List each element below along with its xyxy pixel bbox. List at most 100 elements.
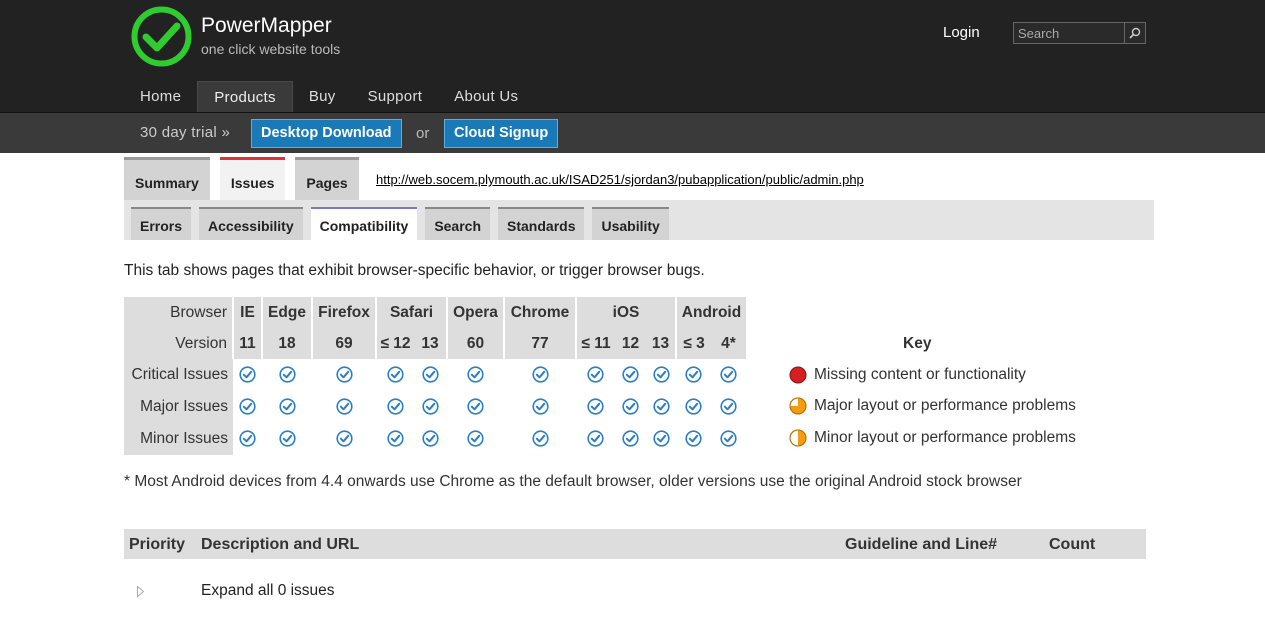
status-cell [615, 391, 646, 423]
check-icon [386, 366, 404, 384]
site-header: PowerMapper one click website tools Logi… [0, 0, 1265, 112]
trial-link[interactable]: 30 day trial » [140, 124, 230, 141]
search-button[interactable] [1124, 23, 1145, 43]
col-description[interactable]: Description and URL [201, 536, 359, 554]
page-url-link[interactable]: http://web.socem.plymouth.ac.uk/ISAD251/… [376, 172, 864, 187]
orange-pie-half-icon [789, 429, 807, 447]
status-cell [376, 391, 414, 423]
cloud-signup-button[interactable]: Cloud Signup [444, 119, 559, 148]
tab-pages[interactable]: Pages [295, 157, 359, 200]
col-priority[interactable]: Priority [129, 536, 185, 554]
brand-name[interactable]: PowerMapper [201, 14, 332, 38]
desktop-download-button[interactable]: Desktop Download [251, 119, 402, 148]
status-cell [447, 359, 504, 391]
key-item-minor: Minor layout or performance problems [789, 429, 1076, 447]
check-icon [685, 398, 702, 416]
tab-errors[interactable]: Errors [131, 207, 192, 240]
status-cell [447, 391, 504, 423]
status-cell [676, 423, 711, 455]
check-icon [652, 366, 670, 384]
status-cell [615, 423, 646, 455]
nav-about-us[interactable]: About Us [438, 81, 534, 112]
orange-pie-three-quarter-icon [789, 397, 807, 415]
nav-home[interactable]: Home [124, 81, 197, 112]
checkmark-logo-icon[interactable] [131, 6, 192, 67]
browser-safari: Safari [375, 297, 447, 328]
check-icon [335, 430, 353, 448]
status-cell [312, 423, 376, 455]
check-icon [467, 430, 484, 448]
search-input[interactable] [1014, 23, 1124, 43]
compatibility-table: Browser IE Edge Firefox Safari Opera Chr… [124, 297, 746, 455]
red-circle-icon [789, 366, 807, 384]
version-ios-13: 13 [646, 328, 676, 359]
expand-all-link[interactable]: Expand all 0 issues [201, 582, 335, 600]
trial-bar: 30 day trial » Desktop Download or Cloud… [0, 112, 1265, 153]
status-cell [262, 359, 312, 391]
nav-support[interactable]: Support [352, 81, 439, 112]
expand-all-row: Expand all 0 issues [124, 580, 1146, 604]
status-cell [376, 359, 414, 391]
status-cell [447, 423, 504, 455]
login-link[interactable]: Login [943, 24, 980, 41]
issues-table-header: Priority Description and URL Guideline a… [124, 529, 1146, 559]
nav-buy[interactable]: Buy [293, 81, 352, 112]
key-label: Missing content or functionality [814, 366, 1026, 383]
check-icon [239, 366, 256, 384]
status-cell [576, 391, 615, 423]
key-label: Major layout or performance problems [814, 397, 1076, 414]
status-cell [262, 391, 312, 423]
check-icon [622, 366, 639, 384]
browser-ie: IE [232, 297, 262, 328]
status-cell [646, 359, 676, 391]
android-footnote: * Most Android devices from 4.4 onwards … [124, 473, 1022, 490]
check-icon [622, 398, 639, 416]
version-edge-18: 18 [261, 328, 312, 359]
row-label-critical: Critical Issues [124, 359, 233, 391]
tab-compatibility[interactable]: Compatibility [310, 207, 418, 240]
version-android-3: ≤ 3 [675, 328, 711, 359]
browser-label: Browser [124, 297, 233, 328]
main-nav: Home Products Buy Support About Us [124, 81, 534, 112]
intro-text: This tab shows pages that exhibit browse… [124, 262, 705, 279]
tab-search[interactable]: Search [425, 207, 491, 240]
check-icon [685, 430, 702, 448]
browser-opera: Opera [446, 297, 504, 328]
version-opera-60: 60 [446, 328, 504, 359]
row-label-minor: Minor Issues [124, 423, 233, 455]
search-box [1013, 22, 1146, 44]
issue-category-tabs: Errors Accessibility Compatibility Searc… [131, 207, 677, 240]
tab-summary[interactable]: Summary [124, 157, 210, 200]
status-cell [312, 359, 376, 391]
key-item-critical: Missing content or functionality [789, 366, 1026, 384]
check-icon [652, 398, 670, 416]
status-cell [414, 391, 447, 423]
check-icon [335, 398, 353, 416]
check-icon [587, 366, 604, 384]
tab-standards[interactable]: Standards [498, 207, 585, 240]
col-guideline[interactable]: Guideline and Line# [845, 536, 997, 554]
expand-arrow-icon[interactable] [136, 585, 145, 598]
check-icon [622, 430, 639, 448]
check-icon [720, 366, 737, 384]
status-cell [233, 391, 262, 423]
check-icon [467, 398, 484, 416]
status-cell [504, 391, 576, 423]
or-text: or [416, 125, 430, 142]
status-cell [233, 423, 262, 455]
nav-products[interactable]: Products [197, 81, 293, 112]
status-cell [711, 391, 746, 423]
status-cell [646, 391, 676, 423]
version-chrome-77: 77 [503, 328, 576, 359]
tab-accessibility[interactable]: Accessibility [199, 207, 303, 240]
version-firefox-69: 69 [311, 328, 376, 359]
key-item-major: Major layout or performance problems [789, 397, 1076, 415]
tab-usability[interactable]: Usability [592, 207, 669, 240]
version-safari-13: 13 [414, 328, 447, 359]
tab-issues[interactable]: Issues [219, 157, 286, 200]
browser-android: Android [675, 297, 746, 328]
status-cell [576, 423, 615, 455]
browser-chrome: Chrome [503, 297, 576, 328]
key-label: Minor layout or performance problems [814, 429, 1076, 446]
col-count[interactable]: Count [1049, 536, 1095, 554]
